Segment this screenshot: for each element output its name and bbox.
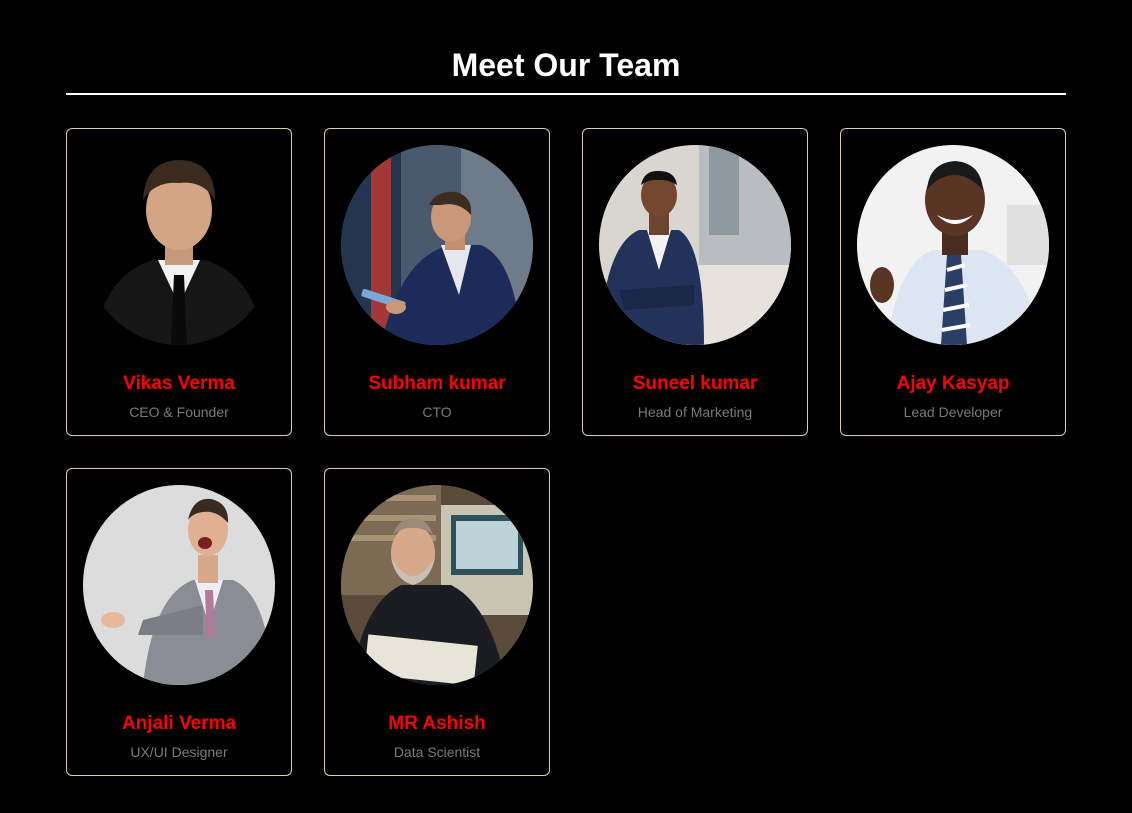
member-name: Suneel kumar: [632, 373, 758, 394]
title-divider: [66, 93, 1066, 95]
team-photo: [341, 145, 533, 345]
team-card[interactable]: Subham kumar CTO: [324, 128, 550, 436]
member-role: UX/UI Designer: [130, 744, 228, 760]
member-role: Data Scientist: [393, 744, 481, 760]
member-name: Subham kumar: [368, 373, 506, 394]
team-grid: Vikas Verma CEO & Founder Subham kumar C…: [66, 128, 1066, 776]
member-name: Anjali Verma: [121, 713, 237, 734]
team-photo: [83, 485, 275, 685]
team-card[interactable]: Ajay Kasyap Lead Developer: [840, 128, 1066, 436]
member-role: CEO & Founder: [129, 404, 229, 420]
member-name: Vikas Verma: [123, 373, 235, 394]
team-card[interactable]: MR Ashish Data Scientist: [324, 468, 550, 776]
team-card[interactable]: Vikas Verma CEO & Founder: [66, 128, 292, 436]
page-title: Meet Our Team: [451, 47, 681, 83]
team-card[interactable]: Anjali Verma UX/UI Designer: [66, 468, 292, 776]
member-role: CTO: [422, 404, 452, 420]
team-card[interactable]: Suneel kumar Head of Marketing: [582, 128, 808, 436]
team-photo: [83, 145, 275, 345]
member-name: Ajay Kasyap: [896, 373, 1010, 394]
team-page: Meet Our Team Vikas Verma CEO & Founder: [0, 0, 1132, 813]
team-photo: [599, 145, 791, 345]
member-role: Head of Marketing: [637, 404, 753, 420]
team-photo: [857, 145, 1049, 345]
member-role: Lead Developer: [903, 404, 1003, 420]
member-name: MR Ashish: [388, 713, 486, 734]
team-photo: [341, 485, 533, 685]
